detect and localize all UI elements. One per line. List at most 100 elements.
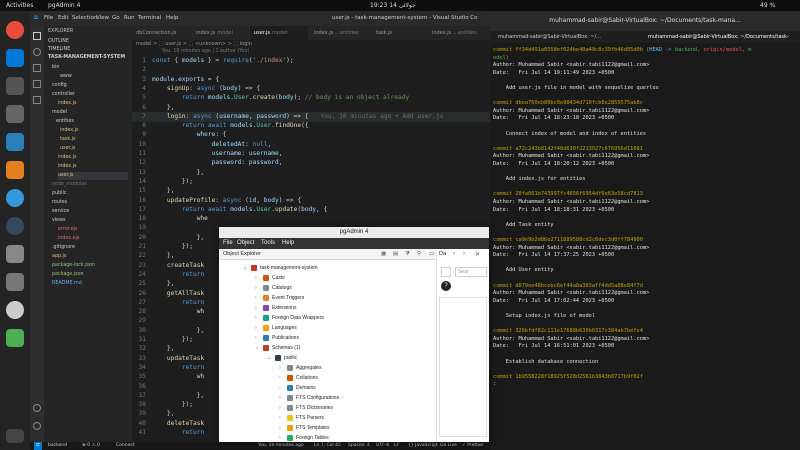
- account-icon[interactable]: [33, 404, 41, 412]
- sidebar-tree-item[interactable]: package-lock.json: [52, 262, 95, 270]
- pg-tree-node[interactable]: › Publications: [255, 333, 299, 343]
- prettier-status[interactable]: ✓ Prettier: [462, 442, 484, 450]
- chevron-right-icon[interactable]: ›: [255, 303, 263, 313]
- chevron-right-icon[interactable]: ›: [255, 333, 263, 343]
- chevron-right-icon[interactable]: ›: [279, 413, 287, 423]
- breadcrumb[interactable]: model > ⬚ user.js > ⬚ <unknown> > ⬚ logi…: [136, 40, 252, 48]
- chevron-right-icon[interactable]: ›: [255, 323, 263, 333]
- timeline-section[interactable]: TIMELINE: [48, 46, 70, 54]
- sidebar-tree-item[interactable]: www: [60, 73, 72, 81]
- active-app-label[interactable]: pgAdmin 4: [48, 0, 80, 11]
- chevron-right-icon[interactable]: ›: [255, 293, 263, 303]
- menu-help[interactable]: Help: [166, 11, 179, 26]
- disc-icon[interactable]: [6, 301, 24, 319]
- menu-view[interactable]: View: [96, 11, 109, 26]
- cursor-position[interactable]: Ln 7, Col 45: [314, 442, 341, 450]
- chevron-right-icon[interactable]: ›: [279, 393, 287, 403]
- pg-menu-object[interactable]: Object: [237, 238, 254, 249]
- chevron-right-icon[interactable]: ›: [279, 363, 287, 373]
- help-icon[interactable]: [6, 245, 24, 263]
- git-branch[interactable]: backend: [48, 442, 67, 450]
- run-debug-icon[interactable]: [33, 80, 41, 88]
- remote-indicator-icon[interactable]: ⇄: [34, 442, 42, 450]
- pg-tree-node[interactable]: › Casts: [255, 273, 285, 283]
- line-ending[interactable]: LF: [394, 442, 399, 450]
- close-icon[interactable]: ✕: [475, 251, 480, 258]
- sidebar-tree-item[interactable]: app.js: [52, 253, 66, 261]
- pg-menu-tools[interactable]: Tools: [261, 238, 275, 249]
- sidebar-tree-item[interactable]: config: [52, 82, 67, 90]
- chevron-right-icon[interactable]: ›: [279, 423, 287, 433]
- code-line[interactable]: 1 const { models } = require('./index');: [132, 56, 293, 66]
- pg-tree-node[interactable]: › Collations: [279, 373, 318, 383]
- pg-tree-node[interactable]: › FTS Templates: [279, 423, 330, 433]
- pg-tree-node[interactable]: › FTS Dictionaries: [279, 403, 333, 413]
- tab-next-icon[interactable]: ›: [463, 251, 465, 257]
- indentation[interactable]: Spaces: 4: [348, 442, 370, 450]
- chevron-right-icon[interactable]: ›: [279, 383, 287, 393]
- menu-go[interactable]: Go: [112, 11, 120, 26]
- menu-file[interactable]: File: [44, 11, 53, 26]
- view-data-icon[interactable]: ▤: [393, 249, 398, 260]
- menu-edit[interactable]: Edit: [58, 11, 69, 26]
- sidebar-tree-item[interactable]: user.js: [58, 172, 128, 180]
- chevron-right-icon[interactable]: ›: [255, 273, 263, 283]
- pg-tree-node[interactable]: › Catalogs: [255, 283, 292, 293]
- query-tool-icon[interactable]: ▦: [381, 249, 386, 260]
- terminal-tool-icon[interactable]: ▭: [429, 249, 434, 260]
- help-icon[interactable]: ?: [441, 281, 451, 291]
- tab-prev-icon[interactable]: ‹: [453, 251, 455, 257]
- explorer-icon[interactable]: [33, 32, 41, 40]
- menu-run[interactable]: Run: [124, 11, 135, 26]
- pg-tree-node[interactable]: ⌄ public: [267, 353, 297, 363]
- chrome-icon[interactable]: [6, 21, 24, 39]
- language-mode[interactable]: {} JavaScript: [408, 442, 438, 450]
- activities-button[interactable]: Activities: [6, 0, 33, 11]
- sidebar-tree-item[interactable]: index.js: [58, 163, 76, 171]
- problems-count[interactable]: ⊗ 0 ⚠ 0: [82, 442, 100, 450]
- sidebar-tree-item[interactable]: index.js: [58, 100, 76, 108]
- terminal-tab-1[interactable]: muhammad-sabir@Sabir-VirtualBox: ~/...: [498, 31, 601, 43]
- sidebar-tree-item[interactable]: index.js: [60, 127, 78, 135]
- chevron-right-icon[interactable]: ›: [279, 433, 287, 443]
- search-icon[interactable]: [33, 48, 41, 56]
- editor-tab[interactable]: user.js model: [250, 26, 308, 40]
- search-icon[interactable]: ⚲: [417, 249, 421, 260]
- search-input[interactable]: Sear: [455, 267, 487, 277]
- sidebar-tree-item[interactable]: routes: [52, 199, 67, 207]
- chevron-right-icon[interactable]: ›: [279, 373, 287, 383]
- outline-section[interactable]: OUTLINE: [48, 38, 69, 46]
- show-apps-icon[interactable]: [6, 429, 24, 443]
- chevron-right-icon[interactable]: ›: [279, 403, 287, 413]
- pg-tree-node[interactable]: › Foreign Data Wrappers: [255, 313, 324, 323]
- sidebar-tree-item[interactable]: node_modules: [52, 181, 87, 189]
- terminal-icon[interactable]: [6, 77, 24, 95]
- vscode-icon[interactable]: [6, 49, 24, 67]
- filter-icon[interactable]: ⧩: [405, 249, 410, 260]
- trash-icon[interactable]: [6, 329, 24, 347]
- source-control-icon[interactable]: [33, 64, 41, 72]
- pg-tree-node[interactable]: › FTS Parsers: [279, 413, 324, 423]
- pgadmin-icon[interactable]: [6, 217, 24, 235]
- sidebar-tree-item[interactable]: error.ejs: [58, 226, 77, 234]
- pg-tree-node[interactable]: › Languages: [255, 323, 297, 333]
- pg-tree-node[interactable]: › Foreign Tables: [279, 433, 329, 443]
- chevron-down-icon[interactable]: ⌄: [255, 343, 263, 353]
- text-editor-icon[interactable]: [6, 133, 24, 151]
- terminal-output[interactable]: commit ff34d491a0558ef024be40a49c8c39fb4…: [490, 43, 800, 450]
- pg-menu-help[interactable]: Help: [282, 238, 294, 249]
- postgres-icon[interactable]: [6, 189, 24, 207]
- editor-tab[interactable]: index.js ...entities: [428, 26, 486, 40]
- clock[interactable]: جولائی 14 19:23: [370, 0, 416, 11]
- delete-icon[interactable]: [441, 267, 451, 277]
- codelens-blame[interactable]: You, 10 minutes ago | 1 author (You): [162, 48, 249, 56]
- battery-indicator[interactable]: 49 %: [760, 0, 775, 11]
- connect-button[interactable]: Connect: [116, 442, 135, 450]
- pg-tree-node[interactable]: › FTS Configurations: [279, 393, 339, 403]
- dashboard-tab[interactable]: Da: [439, 251, 446, 257]
- sidebar-tree-item[interactable]: README.md: [52, 280, 82, 288]
- pg-menu-file[interactable]: File: [223, 238, 233, 249]
- software-icon[interactable]: [6, 161, 24, 179]
- blame-status[interactable]: You, 10 minutes ago: [258, 442, 304, 450]
- chevron-right-icon[interactable]: ›: [255, 283, 263, 293]
